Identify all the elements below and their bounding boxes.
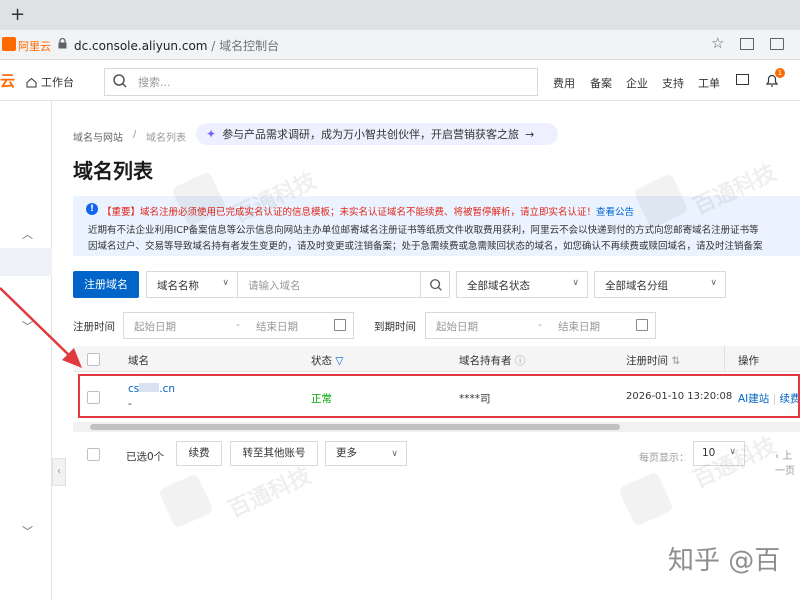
sort-icon[interactable]: ⇅ [671, 355, 680, 367]
more-dropdown[interactable]: 更多 ∨ [325, 441, 407, 466]
annotation-arrow [0, 287, 82, 368]
sparkle-icon: ✦ [206, 127, 217, 141]
col-holder-label: 域名持有者 [459, 355, 512, 367]
date-range-separator: - [236, 319, 240, 331]
footer-select-checkbox[interactable] [87, 448, 100, 461]
domain-group-select[interactable]: 全部域名分组 ∨ [594, 271, 726, 298]
expire-date-range[interactable]: 起始日期 - 结束日期 [425, 312, 656, 339]
arrow-right-icon: → [525, 127, 535, 141]
annotation-highlight-box [78, 374, 800, 418]
notice-tag: 【重要】 [102, 207, 141, 218]
notice-link[interactable]: 查看公告 [596, 207, 634, 218]
watermark-logo [158, 473, 214, 529]
search-icon [113, 74, 127, 88]
bookmark-star-icon[interactable]: ☆ [711, 34, 724, 52]
expire-time-label: 到期时间 [374, 321, 416, 333]
col-status[interactable]: 状态 ▽ [311, 353, 343, 368]
promo-banner[interactable]: ✦ 参与产品需求调研，成为万小智共创伙伴，开启营销获客之旅 → [196, 123, 558, 145]
domain-status-value: 全部域名状态 [467, 280, 530, 292]
domain-search-input[interactable]: 请输入域名 [237, 271, 421, 298]
page-size-label: 每页显示： [639, 453, 689, 464]
browser-tab-strip [0, 0, 800, 30]
window-icon[interactable] [770, 38, 784, 50]
workbench-label: 工作台 [41, 76, 74, 89]
reg-start-date: 起始日期 [134, 321, 176, 333]
help-icon[interactable]: ⓘ [515, 355, 526, 367]
chevron-up-icon[interactable]: ︿ [22, 226, 33, 242]
col-reg-time-label: 注册时间 [626, 355, 668, 367]
info-icon: ! [86, 203, 98, 215]
filter-icon[interactable]: ▽ [335, 355, 343, 367]
url-host: dc.console.aliyun.com [74, 39, 208, 53]
console-logo[interactable]: 云 [0, 70, 15, 91]
col-holder[interactable]: 域名持有者 ⓘ [459, 353, 525, 368]
calendar-icon [636, 319, 648, 331]
lock-icon [58, 38, 67, 49]
nav-icp[interactable]: 备案 [590, 75, 612, 91]
notice-line-3: 因域名过户、交易等导致域名持有者发生变更的，请及时变更或注销备案；处于急需续费或… [88, 241, 763, 252]
breadcrumb-domain-list: 域名列表 [146, 133, 186, 144]
breadcrumb-separator: / [133, 129, 137, 140]
chevron-down-icon: ∨ [391, 449, 398, 459]
chevron-down-icon[interactable]: ﹀ [22, 523, 33, 539]
domain-status-select[interactable]: 全部域名状态 ∨ [456, 271, 588, 298]
more-label: 更多 [336, 447, 357, 459]
breadcrumb-domains-websites[interactable]: 域名与网站 [73, 129, 123, 144]
zhihu-watermark: 知乎 @百 [668, 546, 781, 576]
expire-start-date: 起始日期 [436, 321, 478, 333]
domain-name-select-value: 域名名称 [157, 280, 199, 292]
search-icon [430, 279, 442, 291]
url-text[interactable]: dc.console.aliyun.com / 域名控制台 [74, 37, 279, 54]
nav-ticket[interactable]: 工单 [698, 75, 720, 91]
selected-count: 已选0个 [126, 451, 165, 463]
prev-page-button[interactable]: ‹ 上一页 [775, 447, 800, 477]
table-header [73, 346, 800, 372]
expire-end-date: 结束日期 [558, 321, 600, 333]
scrollbar-thumb[interactable] [90, 424, 620, 430]
domain-name-select[interactable]: 域名名称 ∨ [146, 271, 238, 298]
calendar-icon [334, 319, 346, 331]
site-badge: 阿里云 [18, 40, 51, 53]
transfer-account-button[interactable]: 转至其他账号 [230, 441, 318, 466]
watermark-logo [618, 471, 674, 527]
col-status-label: 状态 [311, 355, 332, 367]
col-ops: 操作 [738, 355, 759, 367]
notification-badge: 1 [775, 68, 785, 78]
collapse-sidebar-handle[interactable]: ‹ [52, 458, 66, 486]
watermark-text: 百通科技 [224, 463, 316, 524]
url-path: / 域名控制台 [207, 39, 280, 53]
aliyun-favicon-icon [2, 37, 16, 51]
screen-icon[interactable] [736, 74, 749, 85]
search-placeholder: 搜索... [138, 76, 171, 89]
domain-group-value: 全部域名分组 [605, 280, 668, 292]
date-range-separator: - [538, 319, 542, 331]
chevron-down-icon: ∨ [572, 278, 579, 288]
home-icon [26, 77, 37, 87]
domain-search-placeholder: 请输入域名 [248, 280, 301, 292]
nav-enterprise[interactable]: 企业 [626, 75, 648, 91]
batch-renew-button[interactable]: 续费 [176, 441, 222, 466]
page-title: 域名列表 [73, 159, 153, 183]
chevron-down-icon: ∨ [710, 278, 717, 288]
promo-text: 参与产品需求调研，成为万小智共创伙伴，开启营销获客之旅 [222, 128, 520, 141]
extension-icon[interactable] [740, 38, 754, 50]
search-button[interactable] [420, 271, 450, 298]
new-tab-button[interactable]: + [10, 5, 25, 25]
reg-end-date: 结束日期 [256, 321, 298, 333]
reg-date-range[interactable]: 起始日期 - 结束日期 [123, 312, 354, 339]
chevron-down-icon: ∨ [222, 278, 229, 288]
nav-support[interactable]: 支持 [662, 75, 684, 91]
workbench-link[interactable]: 工作台 [22, 73, 78, 91]
watermark-text: 百通科技 [689, 433, 781, 494]
nav-billing[interactable]: 费用 [553, 75, 575, 91]
col-domain: 域名 [128, 355, 149, 367]
col-reg-time[interactable]: 注册时间 ⇅ [626, 353, 680, 368]
